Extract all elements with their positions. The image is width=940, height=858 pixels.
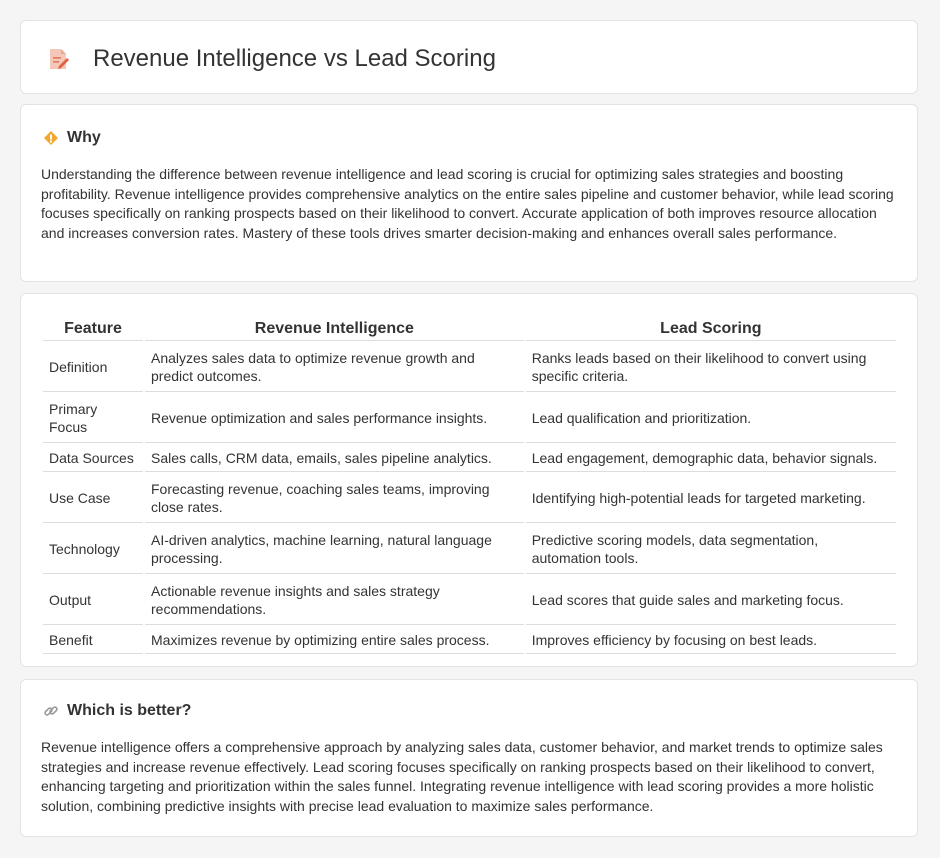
header-feature: Feature bbox=[43, 314, 143, 341]
page-title: Revenue Intelligence vs Lead Scoring bbox=[93, 45, 496, 72]
feature-cell: Primary Focus bbox=[43, 394, 143, 443]
link-icon bbox=[44, 706, 58, 716]
lead-scoring-cell: Lead engagement, demographic data, behav… bbox=[525, 445, 896, 472]
revenue-intelligence-cell: Actionable revenue insights and sales st… bbox=[145, 576, 524, 625]
revenue-intelligence-cell: Forecasting revenue, coaching sales team… bbox=[145, 474, 524, 523]
lead-scoring-cell: Ranks leads based on their likelihood to… bbox=[525, 343, 896, 392]
lead-scoring-cell: Lead qualification and prioritization. bbox=[525, 394, 896, 443]
why-text: Understanding the difference between rev… bbox=[41, 166, 894, 241]
feature-cell: Output bbox=[43, 576, 143, 625]
table-header-row: Feature Revenue Intelligence Lead Scorin… bbox=[43, 314, 896, 341]
which-is-better-label: Which is better? bbox=[67, 702, 192, 719]
table-row: Output Actionable revenue insights and s… bbox=[43, 576, 896, 625]
feature-cell: Use Case bbox=[43, 474, 143, 523]
which-is-better-heading: Which is better? bbox=[43, 702, 191, 720]
feature-cell: Technology bbox=[43, 525, 143, 574]
lead-scoring-cell: Predictive scoring models, data segmenta… bbox=[525, 525, 896, 574]
table-row: Technology AI-driven analytics, machine … bbox=[43, 525, 896, 574]
revenue-intelligence-cell: Maximizes revenue by optimizing entire s… bbox=[145, 627, 524, 654]
header-revenue-intelligence: Revenue Intelligence bbox=[145, 314, 524, 341]
why-heading: Why bbox=[43, 129, 101, 147]
why-section: Why Understanding the difference between… bbox=[20, 104, 918, 282]
table-row: Primary Focus Revenue optimization and s… bbox=[43, 394, 896, 443]
comparison-table-card: Feature Revenue Intelligence Lead Scorin… bbox=[20, 293, 918, 667]
table-row: Benefit Maximizes revenue by optimizing … bbox=[43, 627, 896, 654]
lead-scoring-cell: Identifying high-potential leads for tar… bbox=[525, 474, 896, 523]
revenue-intelligence-cell: AI-driven analytics, machine learning, n… bbox=[145, 525, 524, 574]
lead-scoring-cell: Lead scores that guide sales and marketi… bbox=[525, 576, 896, 625]
feature-cell: Benefit bbox=[43, 627, 143, 654]
revenue-intelligence-cell: Sales calls, CRM data, emails, sales pip… bbox=[145, 445, 524, 472]
feature-cell: Definition bbox=[43, 343, 143, 392]
feature-cell: Data Sources bbox=[43, 445, 143, 472]
diamond-warning-icon bbox=[44, 131, 58, 145]
comparison-table: Feature Revenue Intelligence Lead Scorin… bbox=[41, 312, 898, 656]
lead-scoring-cell: Improves efficiency by focusing on best … bbox=[525, 627, 896, 654]
which-is-better-section: Which is better? Revenue intelligence of… bbox=[20, 679, 918, 837]
revenue-intelligence-cell: Revenue optimization and sales performan… bbox=[145, 394, 524, 443]
why-heading-label: Why bbox=[67, 129, 101, 146]
table-row: Definition Analyzes sales data to optimi… bbox=[43, 343, 896, 392]
which-is-better-text: Revenue intelligence offers a comprehens… bbox=[41, 739, 883, 814]
table-row: Data Sources Sales calls, CRM data, emai… bbox=[43, 445, 896, 472]
revenue-intelligence-cell: Analyzes sales data to optimize revenue … bbox=[145, 343, 524, 392]
title-card: Revenue Intelligence vs Lead Scoring bbox=[20, 20, 918, 94]
header-lead-scoring: Lead Scoring bbox=[525, 314, 896, 341]
document-edit-icon bbox=[50, 49, 69, 69]
table-row: Use Case Forecasting revenue, coaching s… bbox=[43, 474, 896, 523]
